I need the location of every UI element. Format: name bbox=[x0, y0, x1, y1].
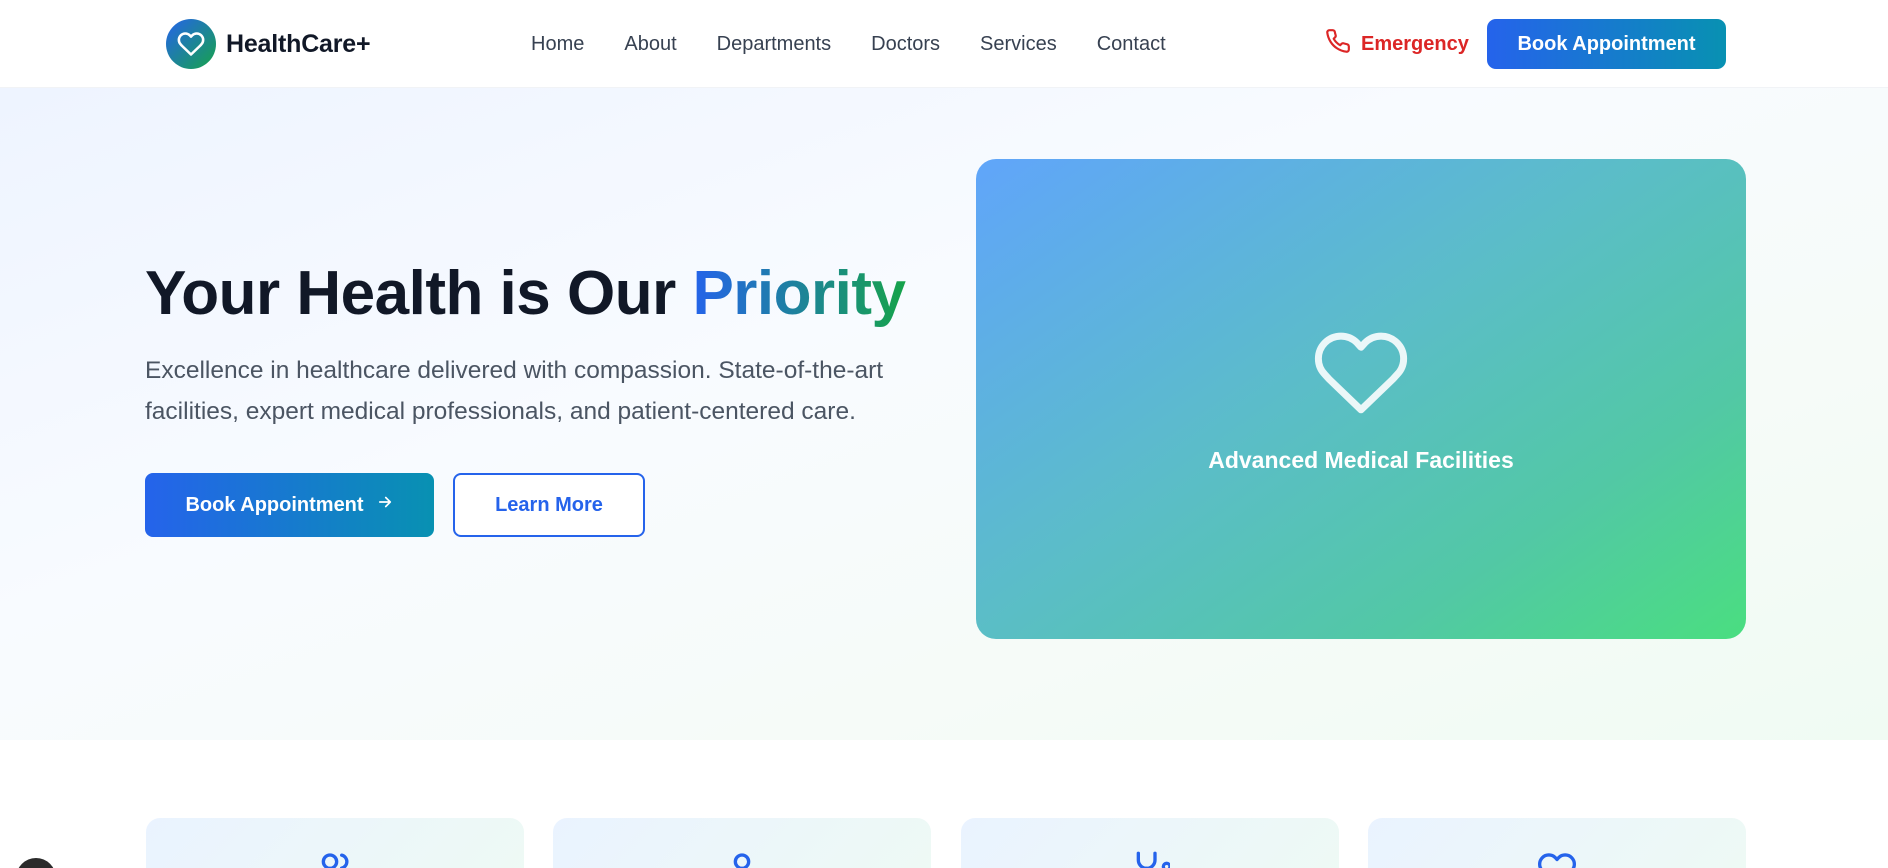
nav-home[interactable]: Home bbox=[531, 30, 584, 58]
emergency-label: Emergency bbox=[1361, 32, 1469, 55]
hero-subtitle: Excellence in healthcare delivered with … bbox=[145, 357, 884, 425]
feature-card bbox=[553, 818, 931, 868]
chat-widget-button[interactable] bbox=[16, 858, 56, 868]
feature-card bbox=[961, 818, 1339, 868]
nav-about[interactable]: About bbox=[624, 30, 676, 58]
learn-more-button[interactable]: Learn More bbox=[453, 473, 645, 537]
heart-icon bbox=[1311, 328, 1411, 423]
hero-title: Your Health is Our Priority bbox=[145, 256, 906, 332]
arrow-right-icon bbox=[376, 493, 394, 517]
nav-doctors[interactable]: Doctors bbox=[871, 30, 940, 58]
heart-icon bbox=[1537, 850, 1577, 868]
feature-card bbox=[146, 818, 524, 868]
hero-feature-card: Advanced Medical Facilities bbox=[976, 159, 1746, 639]
stethoscope-icon bbox=[1130, 850, 1172, 868]
hero-title-main: Your Health is Our bbox=[145, 259, 693, 328]
users-icon bbox=[315, 850, 355, 868]
brand-logo-link[interactable]: HealthCare+ bbox=[166, 19, 371, 69]
hero-book-appointment-button[interactable]: Book Appointment bbox=[145, 473, 434, 537]
emergency-link[interactable]: Emergency bbox=[1325, 28, 1469, 60]
feature-card bbox=[1368, 818, 1746, 868]
main-nav: Home About Departments Doctors Services … bbox=[531, 30, 1166, 58]
nav-services[interactable]: Services bbox=[980, 30, 1057, 58]
user-icon bbox=[722, 850, 762, 868]
heart-icon bbox=[166, 19, 216, 69]
nav-departments[interactable]: Departments bbox=[717, 30, 832, 58]
brand-name: HealthCare+ bbox=[226, 29, 371, 58]
site-header: HealthCare+ Home About Departments Docto… bbox=[0, 0, 1888, 88]
nav-contact[interactable]: Contact bbox=[1097, 30, 1166, 58]
hero-card-label: Advanced Medical Facilities bbox=[1208, 447, 1514, 473]
hero-title-accent: Priority bbox=[692, 259, 906, 328]
phone-icon bbox=[1325, 28, 1351, 60]
hero-book-appointment-label: Book Appointment bbox=[185, 493, 364, 516]
header-book-appointment-button[interactable]: Book Appointment bbox=[1487, 19, 1726, 69]
hero-section: Your Health is Our Priority Excellence i… bbox=[0, 88, 1888, 740]
